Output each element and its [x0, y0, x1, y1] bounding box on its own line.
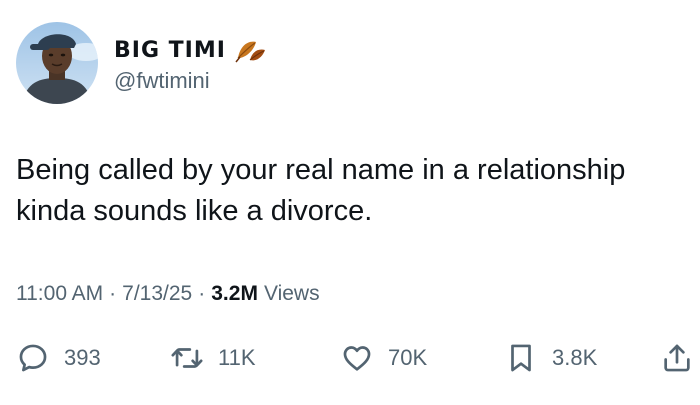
- like-count: 70K: [388, 345, 428, 370]
- tweet-text: Being called by your real name in a rela…: [16, 154, 626, 227]
- retweet-button[interactable]: 11K: [170, 338, 256, 378]
- retweet-count: 11K: [218, 345, 256, 370]
- meta-separator: ·: [109, 282, 117, 305]
- reply-button[interactable]: 393: [16, 338, 101, 378]
- display-name[interactable]: BIG TIMI: [114, 36, 268, 64]
- views-count[interactable]: 3.2M: [211, 282, 258, 306]
- tweet-time[interactable]: 11:00 AM: [16, 282, 103, 306]
- action-bar: 393 11K 70K 3.8K: [16, 338, 696, 378]
- avatar-image: [16, 22, 98, 104]
- display-name-text: BIG TIMI: [114, 37, 226, 63]
- bookmark-button[interactable]: 3.8K: [504, 338, 597, 378]
- reply-icon: [19, 344, 47, 372]
- share-button[interactable]: [660, 338, 694, 378]
- avatar[interactable]: [16, 22, 98, 104]
- views-label: Views: [263, 282, 320, 305]
- like-button[interactable]: 70K: [340, 338, 427, 378]
- bookmark-icon: [511, 344, 531, 372]
- retweet-icon: [171, 348, 203, 368]
- heart-icon: [343, 346, 371, 371]
- tweet-meta: 11:00 AM · 7/13/25 · 3.2M Views: [16, 282, 320, 306]
- reply-count: 393: [64, 345, 101, 370]
- fallen-leaf-icon: [234, 36, 268, 64]
- meta-separator: ·: [198, 282, 206, 305]
- bookmark-count: 3.8K: [552, 345, 598, 370]
- tweet-date[interactable]: 7/13/25: [122, 282, 192, 306]
- user-handle[interactable]: @fwtimini: [114, 68, 210, 94]
- share-icon: [664, 344, 690, 372]
